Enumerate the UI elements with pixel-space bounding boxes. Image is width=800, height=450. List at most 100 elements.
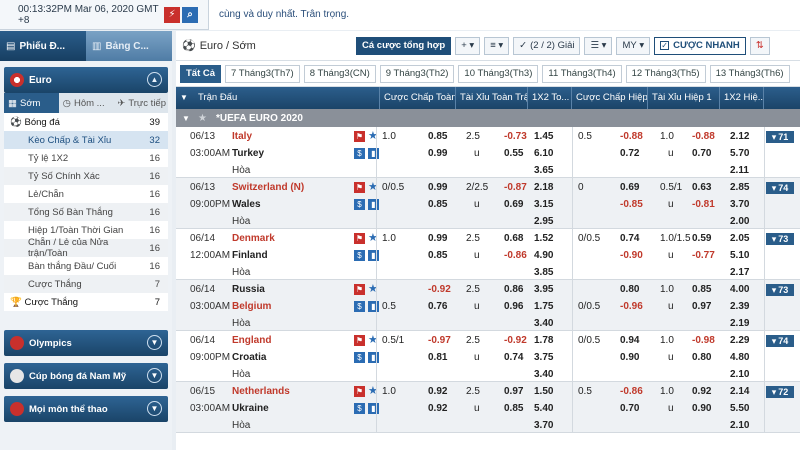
sidebar-section-euro[interactable]: Euro ▲ (4, 67, 168, 93)
ft-handicap-odds[interactable]: 0.99 (428, 145, 447, 162)
ft-ou-odds[interactable]: -0.86 (504, 247, 527, 264)
ft-ou-odds[interactable]: 0.55 (504, 145, 523, 162)
chevron-down-icon[interactable]: ▼ (147, 368, 162, 383)
more-markets-button[interactable]: ▾ 74 (766, 335, 794, 347)
more-markets-button[interactable]: ▾ 74 (766, 182, 794, 194)
tab-bet-table[interactable]: ▥ Bảng C... (86, 31, 172, 61)
ft-ou-odds[interactable]: 0.68 (504, 230, 523, 247)
live-stream-icon[interactable]: ⚑ (354, 386, 365, 397)
ft-ou-odds[interactable]: 0.74 (504, 349, 523, 366)
ft-ou-odds[interactable]: -0.73 (504, 128, 527, 145)
ft-1x2-draw[interactable]: 2.95 (534, 213, 553, 230)
h1-handicap-odds[interactable]: 0.74 (620, 230, 639, 247)
ft-1x2-home[interactable]: 1.45 (534, 128, 553, 145)
h1-ou-odds[interactable]: 0.63 (692, 179, 711, 196)
h1-1x2-draw[interactable]: 2.19 (730, 315, 749, 332)
view-button[interactable]: ☰ ▾ (584, 36, 613, 55)
h1-1x2-away[interactable]: 5.70 (730, 145, 749, 162)
h1-1x2-away[interactable]: 4.80 (730, 349, 749, 366)
h1-1x2-away[interactable]: 5.10 (730, 247, 749, 264)
h1-handicap-odds[interactable]: 0.69 (620, 179, 639, 196)
h1-handicap-odds[interactable]: -0.85 (620, 196, 643, 213)
h1-ou-odds[interactable]: 0.59 (692, 230, 711, 247)
h1-ou-odds[interactable]: 0.85 (692, 281, 711, 298)
cashout-icon[interactable]: $ (354, 352, 365, 363)
ft-ou-odds[interactable]: 0.97 (504, 383, 523, 400)
ft-1x2-home[interactable]: 2.18 (534, 179, 553, 196)
ft-1x2-away[interactable]: 4.90 (534, 247, 553, 264)
h1-1x2-away[interactable]: 5.50 (730, 400, 749, 417)
cashout-icon[interactable]: $ (354, 403, 365, 414)
h1-1x2-home[interactable]: 2.05 (730, 230, 749, 247)
sidebar-item-correct-score[interactable]: Tỷ Số Chính Xác 16 (4, 167, 168, 185)
tab-day[interactable]: 11 Tháng3(Th4) (542, 64, 622, 83)
h1-1x2-home[interactable]: 2.12 (730, 128, 749, 145)
ft-handicap-odds[interactable]: 0.85 (428, 247, 447, 264)
h1-1x2-draw[interactable]: 2.11 (730, 162, 749, 179)
ft-handicap-odds[interactable]: 0.92 (428, 383, 447, 400)
ft-ou-odds[interactable]: 0.69 (504, 196, 523, 213)
tab-day[interactable]: 10 Tháng3(Th3) (458, 64, 539, 83)
subtab-early[interactable]: ▦ Sớm (4, 93, 59, 113)
live-stream-icon[interactable]: ⚑ (354, 233, 365, 244)
sidebar-item-odd-even[interactable]: Lẻ/Chẵn 16 (4, 185, 168, 203)
sidebar-item-first-last-goal[interactable]: Bàn thắng Đầu/ Cuối 16 (4, 257, 168, 275)
h1-handicap-odds[interactable]: -0.90 (620, 247, 643, 264)
stats-icon[interactable]: ▮ (368, 250, 379, 261)
sidebar-section-all-sports[interactable]: Mọi môn thể thao ▼ (4, 396, 168, 422)
quick-bet-toggle[interactable]: ✓ CƯỢC NHANH (654, 36, 746, 55)
collapse-icon[interactable]: ▼ (182, 114, 190, 123)
refresh-button[interactable]: ⇅ (749, 36, 770, 55)
live-stream-icon[interactable]: ⚑ (354, 335, 365, 346)
ft-1x2-away[interactable]: 3.75 (534, 349, 553, 366)
h1-1x2-home[interactable]: 4.00 (730, 281, 749, 298)
h1-ou-odds[interactable]: 0.90 (692, 400, 711, 417)
more-markets-button[interactable]: ▾ 71 (766, 131, 794, 143)
sidebar-item-outright-football[interactable]: Cược Thắng 7 (4, 275, 168, 293)
sidebar-item-football[interactable]: ⚽ Bóng đá 39 (4, 113, 168, 131)
subtab-live[interactable]: ✈ Trực tiếp (113, 93, 168, 113)
collapse-icon[interactable]: ▼ (180, 87, 188, 109)
ft-1x2-draw[interactable]: 3.40 (534, 366, 553, 383)
league-row[interactable]: ▼ ★ *UEFA EURO 2020 (176, 109, 800, 127)
sidebar-item-handicap[interactable]: Kèo Chấp & Tài Xỉu 32 (4, 131, 168, 149)
sidebar-item-half-odd-even[interactable]: Chẵn / Lẻ của Nửa trận/Toàn 16 (4, 237, 168, 259)
ft-ou-odds[interactable]: -0.92 (504, 332, 527, 349)
h1-1x2-home[interactable]: 2.85 (730, 179, 749, 196)
ft-handicap-odds[interactable]: 0.92 (428, 400, 447, 417)
h1-1x2-away[interactable]: 2.39 (730, 298, 749, 315)
ft-1x2-draw[interactable]: 3.40 (534, 315, 553, 332)
h1-handicap-odds[interactable]: 0.70 (620, 400, 639, 417)
h1-handicap-odds[interactable]: 0.90 (620, 349, 639, 366)
ft-handicap-odds[interactable]: -0.92 (428, 281, 451, 298)
h1-1x2-draw[interactable]: 2.10 (730, 417, 749, 434)
ft-handicap-odds[interactable]: 0.81 (428, 349, 447, 366)
h1-handicap-odds[interactable]: 0.72 (620, 145, 639, 162)
all-bets-button[interactable]: Cá cược tổng hợp (356, 36, 452, 55)
stats-icon[interactable]: ▮ (368, 148, 379, 159)
tab-day[interactable]: 13 Tháng3(Th6) (709, 64, 790, 83)
sidebar-section-olympics[interactable]: Olympics ▼ (4, 330, 168, 356)
stats-icon[interactable]: ▮ (368, 199, 379, 210)
subtab-today[interactable]: ◷ Hôm ... (59, 93, 114, 113)
h1-1x2-away[interactable]: 3.70 (730, 196, 749, 213)
cashout-icon[interactable]: $ (354, 148, 365, 159)
h1-handicap-odds[interactable]: -0.88 (620, 128, 643, 145)
cashout-icon[interactable]: $ (354, 250, 365, 261)
stats-icon[interactable]: ▮ (368, 352, 379, 363)
ft-1x2-home[interactable]: 1.50 (534, 383, 553, 400)
h1-1x2-draw[interactable]: 2.10 (730, 366, 749, 383)
live-stream-icon[interactable]: ⚑ (354, 182, 365, 193)
ft-1x2-draw[interactable]: 3.85 (534, 264, 553, 281)
stats-icon[interactable]: ▮ (368, 301, 379, 312)
search-icon[interactable]: ⌕ (182, 6, 198, 23)
league-filter-button[interactable]: ✓ (2 / 2) Giải (513, 36, 581, 55)
h1-ou-odds[interactable]: -0.81 (692, 196, 715, 213)
ft-1x2-draw[interactable]: 3.65 (534, 162, 553, 179)
h1-ou-odds[interactable]: 0.70 (692, 145, 711, 162)
ft-1x2-home[interactable]: 1.78 (534, 332, 553, 349)
ft-handicap-odds[interactable]: 0.99 (428, 179, 447, 196)
more-markets-button[interactable]: ▾ 73 (766, 284, 794, 296)
cashout-icon[interactable]: $ (354, 301, 365, 312)
ft-handicap-odds[interactable]: 0.85 (428, 128, 447, 145)
